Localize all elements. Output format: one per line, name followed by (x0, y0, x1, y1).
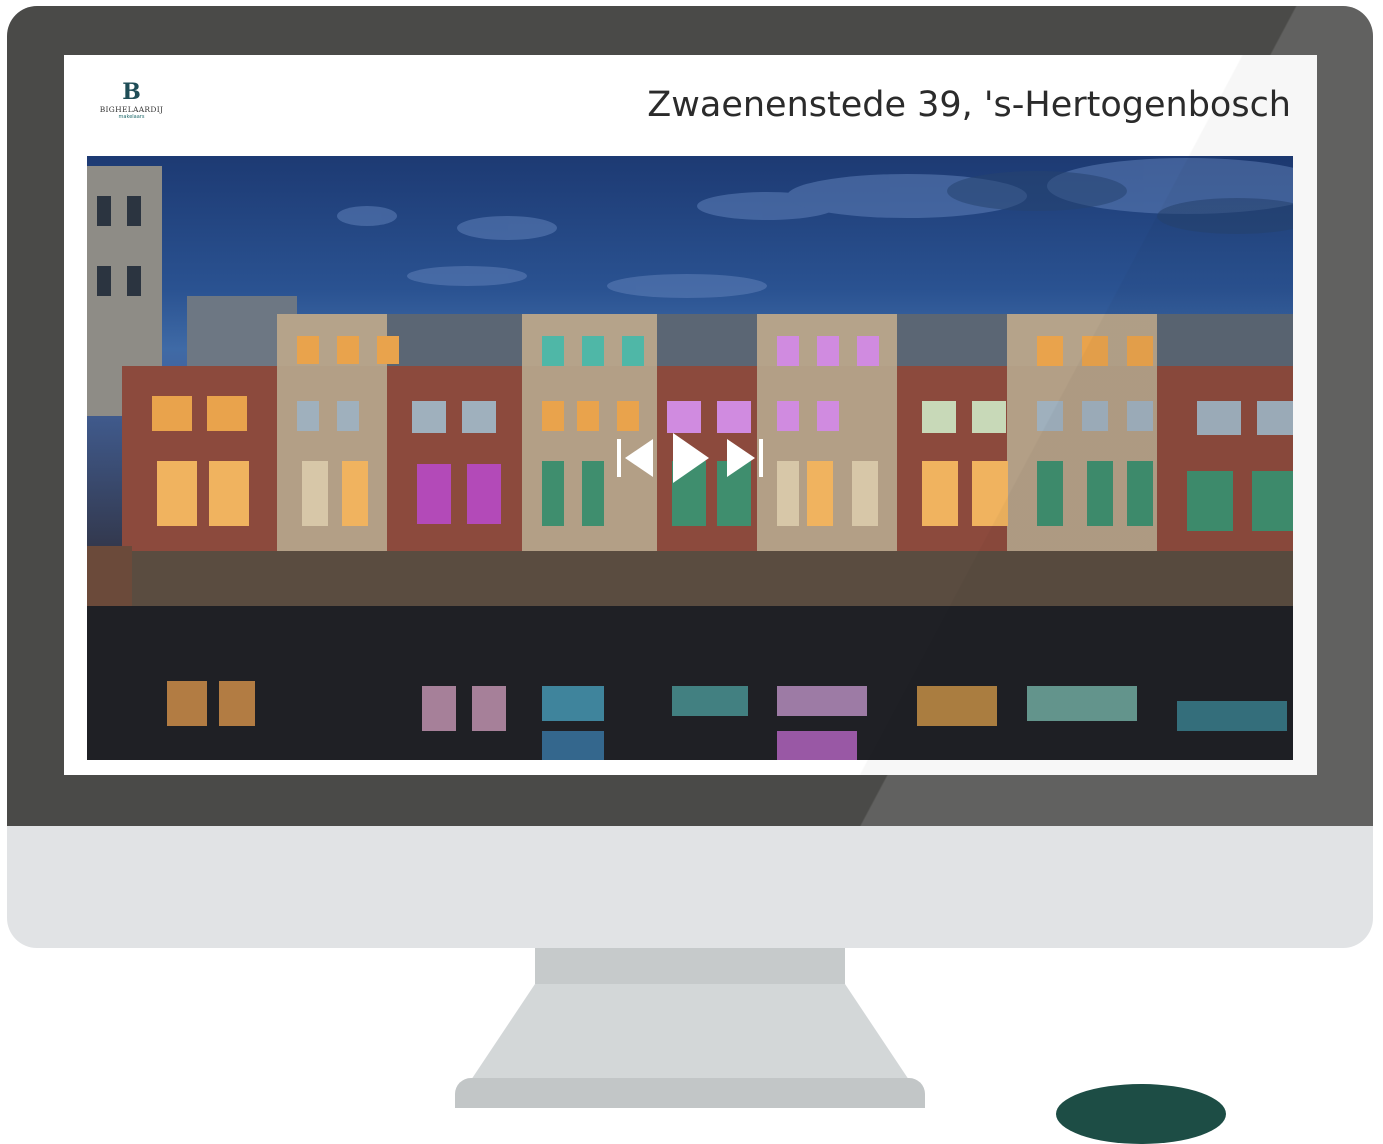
player-controls (615, 431, 765, 485)
video-player[interactable] (87, 156, 1293, 760)
listing-title: Zwaenenstede 39, 's-Hertogenbosch (647, 85, 1291, 125)
screen: B BIGHELAARDIJ makelaars Zwaenenstede 39… (64, 55, 1317, 775)
play-icon[interactable] (669, 431, 711, 485)
logo[interactable]: B BIGHELAARDIJ makelaars (89, 81, 174, 120)
logo-tagline: makelaars (118, 114, 145, 120)
logo-letter: B (122, 79, 141, 105)
previous-icon[interactable] (615, 436, 657, 480)
monitor-neck (535, 948, 845, 984)
next-icon[interactable] (723, 436, 765, 480)
monitor-chin (7, 826, 1373, 948)
brand-badge (1056, 1084, 1226, 1144)
logo-name: BIGHELAARDIJ (99, 105, 164, 114)
monitor-stand-base (455, 1078, 925, 1108)
